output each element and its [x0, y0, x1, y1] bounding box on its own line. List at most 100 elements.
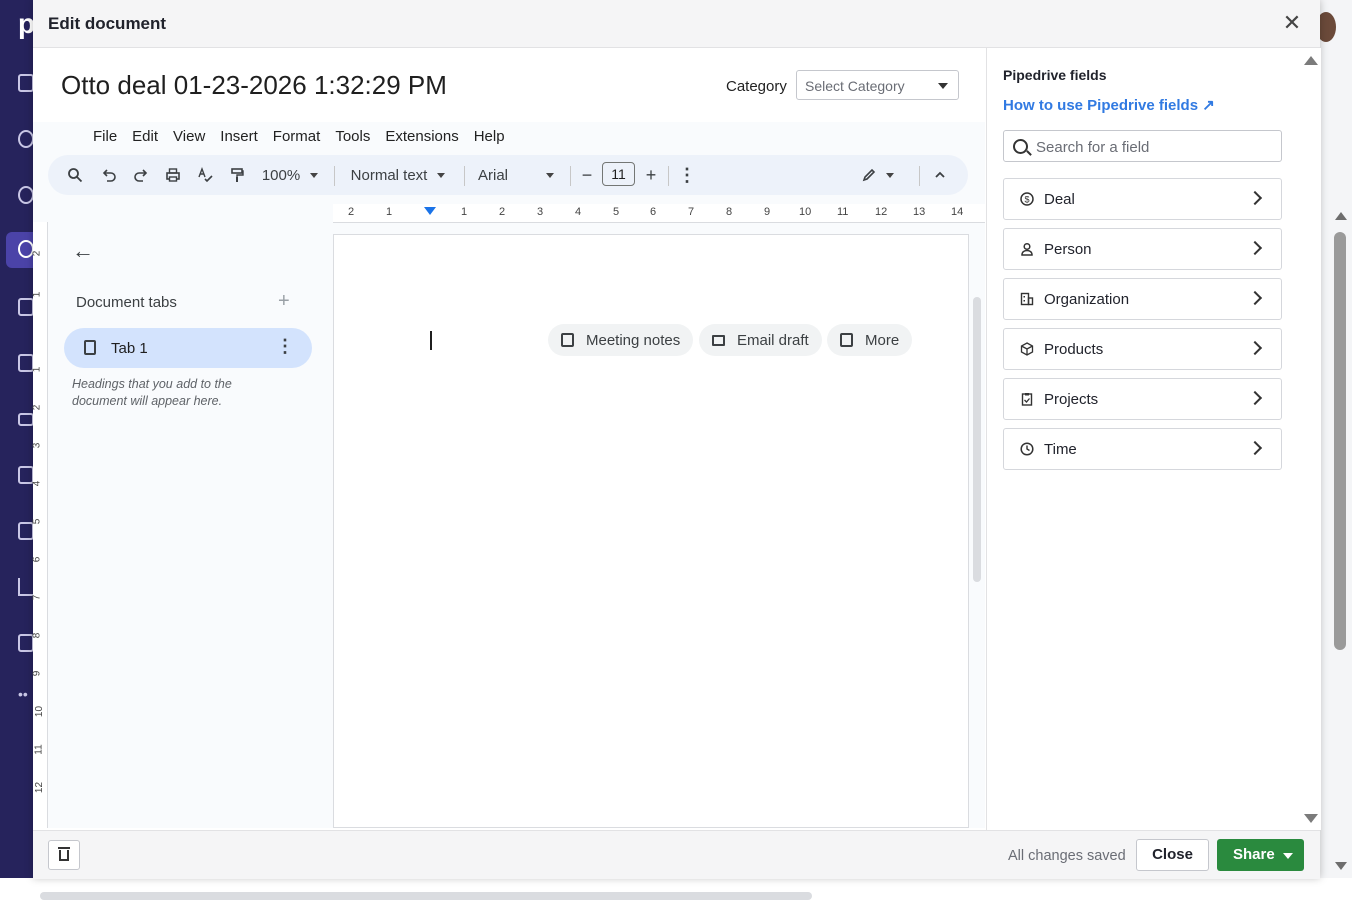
- nav-leads[interactable]: [0, 66, 34, 102]
- document-title[interactable]: Otto deal 01-23-2026 1:32:29 PM: [61, 70, 447, 101]
- nav-calendar[interactable]: [0, 458, 34, 494]
- field-category-label: Deal: [1044, 191, 1075, 208]
- zoom-select[interactable]: 100%: [258, 155, 322, 195]
- indent-marker[interactable]: [424, 207, 436, 215]
- pencil-icon: [862, 168, 876, 182]
- field-category-projects[interactable]: Projects: [1003, 378, 1282, 420]
- nav-reports[interactable]: [0, 570, 34, 606]
- menu-extensions[interactable]: Extensions: [385, 128, 458, 148]
- panel-scroll-down-icon[interactable]: [1304, 814, 1318, 823]
- tab-options-icon[interactable]: ⋮: [276, 336, 294, 357]
- nav-contacts[interactable]: [0, 514, 34, 550]
- field-category-label: Time: [1044, 441, 1077, 458]
- modal-header: Edit document ✕: [33, 0, 1320, 48]
- menu-view[interactable]: View: [173, 128, 205, 148]
- ruler-number: 3: [537, 206, 544, 218]
- font-size-input[interactable]: 11: [602, 162, 635, 186]
- tab-1[interactable]: Tab 1 ⋮: [64, 328, 312, 368]
- back-arrow-icon[interactable]: ←: [72, 238, 94, 264]
- nav-deals[interactable]: [6, 232, 34, 268]
- doc-menubar: File Edit View Insert Format Tools Exten…: [93, 128, 520, 148]
- add-tab-icon[interactable]: +: [278, 290, 290, 313]
- more-chip[interactable]: More: [827, 324, 913, 356]
- menu-edit[interactable]: Edit: [132, 128, 158, 148]
- field-category-label: Projects: [1044, 391, 1099, 408]
- paint-format-icon[interactable]: [226, 155, 248, 195]
- tab-label: Tab 1: [111, 340, 148, 357]
- email-draft-chip[interactable]: Email draft: [699, 324, 822, 356]
- category-select-value: Select Category: [805, 78, 905, 94]
- chevron-down-icon: [886, 172, 894, 178]
- doc-toolbar: 100% Normal text Arial − 11 + ⋮: [48, 155, 968, 195]
- doc-horizontal-scrollbar[interactable]: [40, 892, 812, 900]
- ruler-number: 7: [31, 594, 43, 601]
- nav-mail[interactable]: [0, 402, 34, 438]
- category-select[interactable]: Select Category: [796, 70, 959, 100]
- ruler-number: 12: [875, 206, 888, 218]
- modal-title: Edit document: [48, 14, 167, 33]
- font-select[interactable]: Arial: [478, 155, 558, 195]
- page-scroll-down-icon[interactable]: [1335, 862, 1347, 870]
- menu-insert[interactable]: Insert: [220, 128, 258, 148]
- font-value: Arial: [478, 166, 509, 184]
- spellcheck-icon[interactable]: [194, 155, 216, 195]
- print-icon[interactable]: [162, 155, 184, 195]
- share-button[interactable]: Share: [1217, 839, 1304, 871]
- zoom-value: 100%: [261, 166, 301, 184]
- collapse-toolbar-icon[interactable]: [930, 155, 950, 195]
- field-category-person[interactable]: Person: [1003, 228, 1282, 270]
- search-icon[interactable]: [64, 155, 86, 195]
- undo-icon[interactable]: [98, 155, 120, 195]
- nav-campaigns[interactable]: [0, 346, 34, 382]
- field-category-products[interactable]: Products: [1003, 328, 1282, 370]
- document-add-icon: [840, 333, 853, 347]
- menu-help[interactable]: Help: [474, 128, 505, 148]
- paragraph-style-select[interactable]: Normal text: [346, 155, 450, 195]
- field-category-organization[interactable]: Organization: [1003, 278, 1282, 320]
- nav-products[interactable]: [0, 626, 34, 662]
- field-category-deal[interactable]: $ Deal: [1003, 178, 1282, 220]
- toolbar-divider: [919, 166, 920, 186]
- field-category-time[interactable]: Time: [1003, 428, 1282, 470]
- increase-font-size-button[interactable]: +: [642, 155, 660, 195]
- redo-icon[interactable]: [130, 155, 152, 195]
- how-to-use-link[interactable]: How to use Pipedrive fields ↗: [1003, 96, 1215, 114]
- ruler-number: 8: [726, 206, 733, 218]
- more-options-icon[interactable]: ⋮: [678, 155, 696, 195]
- ruler-number: 6: [31, 556, 43, 563]
- menu-file[interactable]: File: [93, 128, 117, 148]
- close-icon[interactable]: ✕: [1281, 12, 1303, 34]
- delete-button[interactable]: [48, 840, 80, 870]
- decrease-font-size-button[interactable]: −: [578, 155, 596, 195]
- menu-tools[interactable]: Tools: [335, 128, 370, 148]
- document-page[interactable]: Meeting notes Email draft More: [333, 234, 969, 828]
- field-search-input[interactable]: [1034, 136, 1278, 158]
- ruler-number: 11: [33, 744, 45, 755]
- person-icon: [1020, 242, 1034, 256]
- nav-insights[interactable]: [0, 178, 34, 214]
- page-scroll-up-icon[interactable]: [1335, 212, 1347, 220]
- text-cursor: [430, 331, 432, 350]
- ruler-number: 2: [31, 250, 43, 257]
- nav-more[interactable]: ••: [0, 682, 33, 718]
- outline-hint: Headings that you add to the document wi…: [72, 377, 232, 408]
- svg-text:$: $: [1024, 195, 1029, 205]
- meeting-notes-chip[interactable]: Meeting notes: [548, 324, 694, 356]
- editing-mode-select[interactable]: [858, 155, 898, 195]
- close-button[interactable]: Close: [1136, 839, 1209, 871]
- save-status: All changes saved: [1008, 848, 1126, 864]
- page-scrollbar[interactable]: [1334, 232, 1346, 650]
- modal-footer: All changes saved Close Share: [33, 830, 1320, 879]
- dollar-icon: $: [1020, 192, 1034, 206]
- document-editor: Otto deal 01-23-2026 1:32:29 PM Category…: [31, 48, 985, 900]
- chevron-down-icon[interactable]: [1283, 853, 1293, 859]
- doc-vertical-scrollbar[interactable]: [973, 297, 981, 582]
- field-search[interactable]: [1003, 130, 1282, 162]
- document-outline: ← Document tabs + Tab 1 ⋮ Headings that …: [48, 222, 333, 828]
- nav-activities[interactable]: [0, 290, 34, 326]
- panel-scroll-up-icon[interactable]: [1304, 56, 1318, 65]
- ruler-number: 2: [348, 206, 355, 218]
- menu-format[interactable]: Format: [273, 128, 321, 148]
- building-icon: [1020, 292, 1034, 306]
- nav-campaigns-icon[interactable]: [0, 122, 34, 158]
